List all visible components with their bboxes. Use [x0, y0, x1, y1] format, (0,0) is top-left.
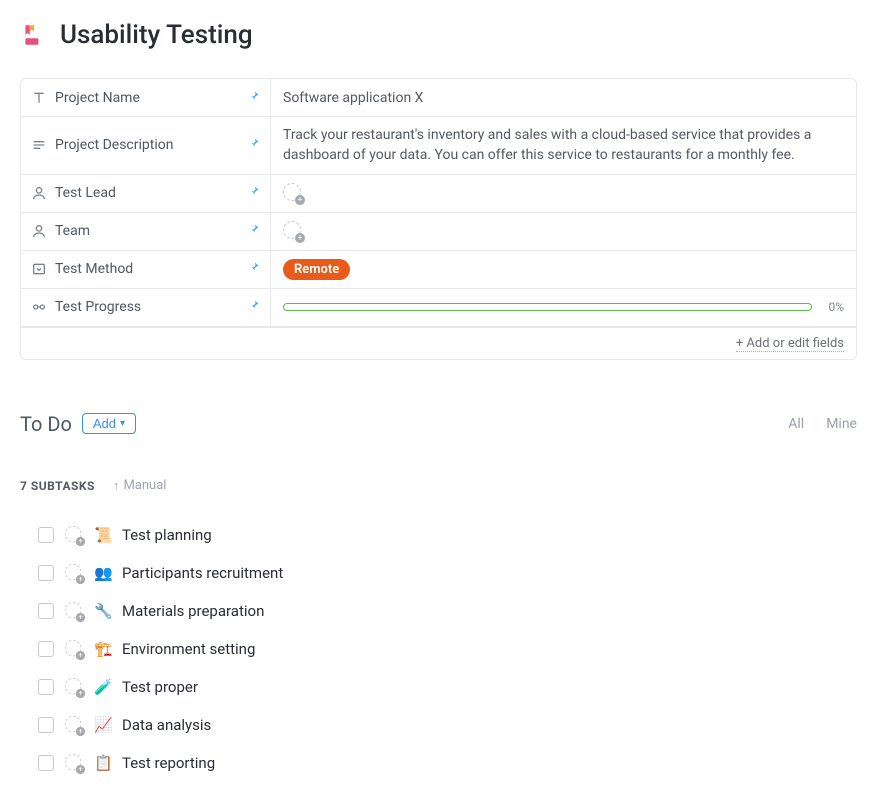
field-label-text: Test Lead [55, 185, 116, 201]
field-label: Project Description [21, 117, 271, 174]
progress-bar[interactable] [283, 303, 812, 311]
add-edit-fields-row: + Add or edit fields [21, 327, 856, 359]
subtask-title[interactable]: Participants recruitment [122, 564, 283, 582]
filter-mine[interactable]: Mine [826, 416, 857, 432]
subtask-title[interactable]: Test reporting [122, 754, 215, 772]
assignee-empty-icon[interactable]: + [283, 183, 303, 203]
subtask-title[interactable]: Test proper [122, 678, 198, 696]
subtask-row[interactable]: + 📋 Test reporting [38, 744, 857, 782]
todo-title: To Do [20, 412, 72, 436]
field-test-progress[interactable]: Test Progress 0% [21, 289, 856, 327]
field-value[interactable]: + [271, 213, 856, 250]
subtask-checkbox[interactable] [38, 755, 54, 771]
field-test-lead[interactable]: Test Lead + [21, 175, 856, 213]
todo-header: To Do Add ▾ All Mine [20, 412, 857, 436]
subtask-emoji: 📈 [94, 716, 112, 734]
subtask-checkbox[interactable] [38, 641, 54, 657]
person-icon [31, 185, 47, 201]
subtask-checkbox[interactable] [38, 565, 54, 581]
subtask-emoji: 🔧 [94, 602, 112, 620]
page-emoji [20, 22, 46, 48]
pin-icon[interactable] [248, 137, 260, 153]
subtask-emoji: 📜 [94, 526, 112, 544]
field-project-name[interactable]: Project Name Software application X [21, 79, 856, 117]
todo-section: To Do Add ▾ All Mine 7 SUBTASKS ↑ Manual… [20, 412, 857, 782]
field-label-text: Project Description [55, 137, 173, 153]
field-label: Test Progress [21, 289, 271, 326]
assignee-empty-icon[interactable]: + [65, 601, 83, 619]
field-team[interactable]: Team + [21, 213, 856, 251]
subtask-emoji: 🧪 [94, 678, 112, 696]
dropdown-icon [31, 261, 47, 277]
sort-mode-label: Manual [123, 478, 166, 493]
subtask-checkbox[interactable] [38, 679, 54, 695]
text-type-icon [31, 90, 47, 106]
subtask-row[interactable]: + 📈 Data analysis [38, 706, 857, 744]
subtask-checkbox[interactable] [38, 603, 54, 619]
filter-tabs: All Mine [788, 416, 857, 432]
field-label-text: Team [55, 223, 90, 239]
sort-mode-toggle[interactable]: ↑ Manual [113, 478, 167, 494]
sort-row: 7 SUBTASKS ↑ Manual [20, 478, 857, 494]
assignee-empty-icon[interactable]: + [65, 753, 83, 771]
add-edit-fields-link[interactable]: + Add or edit fields [736, 336, 844, 352]
person-icon [31, 223, 47, 239]
subtask-row[interactable]: + 🧪 Test proper [38, 668, 857, 706]
subtask-emoji: 📋 [94, 754, 112, 772]
field-label: Test Method [21, 251, 271, 288]
subtask-emoji: 🏗️ [94, 640, 112, 658]
subtask-checkbox[interactable] [38, 717, 54, 733]
assignee-empty-icon[interactable]: + [65, 715, 83, 733]
text-long-icon [31, 137, 47, 153]
subtask-title[interactable]: Environment setting [122, 640, 255, 658]
pin-icon[interactable] [248, 185, 260, 201]
field-value[interactable]: Track your restaurant's inventory and sa… [271, 117, 856, 174]
field-value[interactable]: Software application X [271, 79, 856, 116]
field-value[interactable]: Remote [271, 251, 856, 288]
chevron-down-icon: ▾ [120, 418, 125, 429]
add-subtask-button[interactable]: Add ▾ [82, 413, 136, 434]
field-value[interactable]: + [271, 175, 856, 212]
pin-icon[interactable] [248, 223, 260, 239]
assignee-empty-icon[interactable]: + [283, 221, 303, 241]
arrow-up-icon: ↑ [113, 478, 120, 494]
subtask-count: 7 SUBTASKS [20, 479, 95, 493]
pin-icon[interactable] [248, 90, 260, 106]
add-button-label: Add [93, 416, 116, 431]
filter-all[interactable]: All [788, 416, 804, 432]
assignee-empty-icon[interactable]: + [65, 639, 83, 657]
subtask-row[interactable]: + 🔧 Materials preparation [38, 592, 857, 630]
field-label: Team [21, 213, 271, 250]
assignee-empty-icon[interactable]: + [65, 525, 83, 543]
subtask-list: + 📜 Test planning + 👥 Participants recru… [20, 516, 857, 782]
pin-icon[interactable] [248, 299, 260, 315]
field-test-method[interactable]: Test Method Remote [21, 251, 856, 289]
subtask-checkbox[interactable] [38, 527, 54, 543]
field-label: Project Name [21, 79, 271, 116]
page-title: Usability Testing [60, 20, 253, 50]
custom-fields-table: Project Name Software application X Proj… [20, 78, 857, 360]
page-header: Usability Testing [20, 20, 857, 50]
subtask-emoji: 👥 [94, 564, 112, 582]
subtask-row[interactable]: + 👥 Participants recruitment [38, 554, 857, 592]
field-project-description[interactable]: Project Description Track your restauran… [21, 117, 856, 175]
subtask-title[interactable]: Materials preparation [122, 602, 264, 620]
field-label-text: Test Progress [55, 299, 141, 315]
progress-icon [31, 299, 47, 315]
subtask-row[interactable]: + 📜 Test planning [38, 516, 857, 554]
field-label: Test Lead [21, 175, 271, 212]
subtask-title[interactable]: Data analysis [122, 716, 211, 734]
assignee-empty-icon[interactable]: + [65, 563, 83, 581]
assignee-empty-icon[interactable]: + [65, 677, 83, 695]
field-label-text: Project Name [55, 90, 140, 106]
pin-icon[interactable] [248, 261, 260, 277]
subtask-title[interactable]: Test planning [122, 526, 212, 544]
field-label-text: Test Method [55, 261, 133, 277]
method-tag[interactable]: Remote [283, 259, 350, 280]
progress-percent: 0% [828, 300, 844, 314]
subtask-row[interactable]: + 🏗️ Environment setting [38, 630, 857, 668]
field-value[interactable]: 0% [271, 289, 856, 326]
